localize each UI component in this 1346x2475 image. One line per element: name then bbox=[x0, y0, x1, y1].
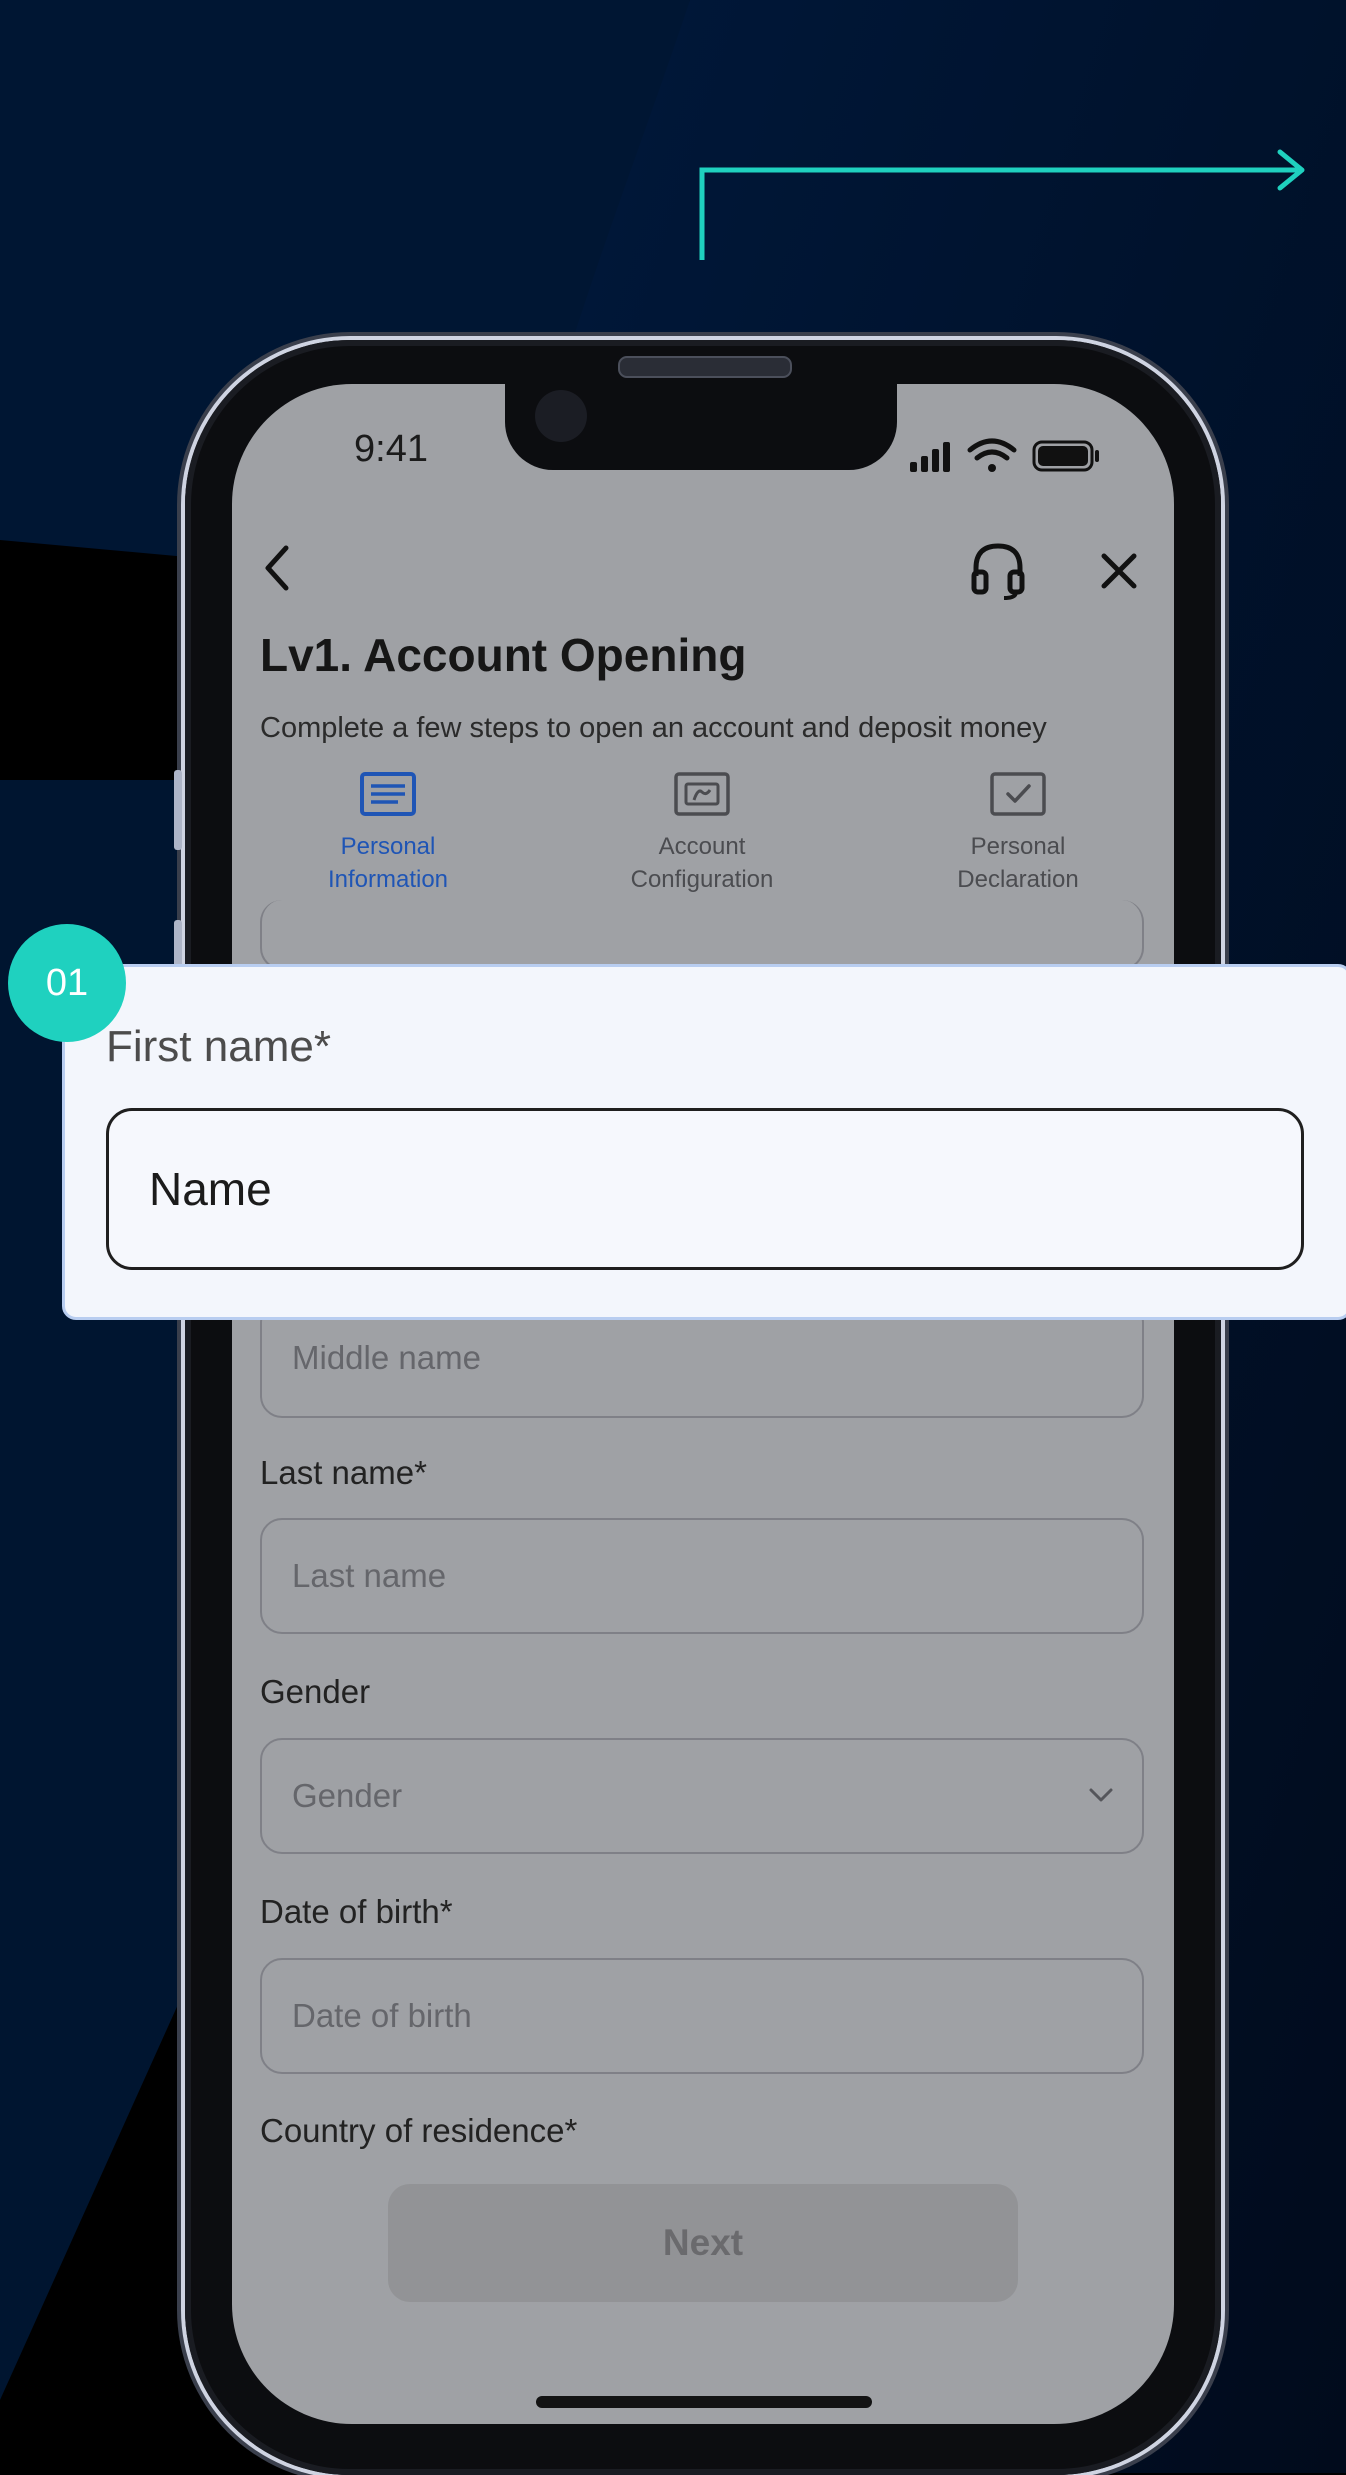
step-label-line1: Account bbox=[658, 833, 746, 860]
side-button bbox=[174, 770, 182, 850]
status-icons bbox=[910, 438, 1099, 472]
back-icon[interactable] bbox=[258, 540, 294, 596]
first-name-label: First name* bbox=[106, 1022, 331, 1071]
dob-label: Date of birth* bbox=[260, 1893, 453, 1930]
country-label: Country of residence* bbox=[260, 2112, 578, 2149]
battery-icon bbox=[1032, 440, 1099, 472]
next-button[interactable]: Next bbox=[388, 2184, 1018, 2302]
wifi-icon bbox=[967, 438, 1017, 472]
dob-field[interactable]: Date of birth bbox=[260, 1958, 1144, 2074]
signal-icon bbox=[910, 442, 950, 472]
step-label-line2: Declaration bbox=[957, 866, 1079, 893]
gender-select[interactable]: Gender bbox=[260, 1738, 1144, 1854]
front-camera bbox=[535, 390, 587, 442]
first-name-input[interactable]: Name bbox=[106, 1108, 1304, 1270]
chevron-down-icon bbox=[1089, 1788, 1113, 1802]
last-name-label: Last name* bbox=[260, 1454, 427, 1491]
id-card-icon bbox=[674, 772, 730, 816]
step-number-badge: 01 bbox=[8, 924, 126, 1042]
status-time: 9:41 bbox=[354, 428, 428, 470]
page-subtitle: Complete a few steps to open an account … bbox=[260, 712, 1047, 744]
home-indicator bbox=[536, 2396, 872, 2408]
gender-label: Gender bbox=[260, 1673, 371, 1710]
step-label-line1: Personal bbox=[340, 833, 436, 860]
close-icon[interactable] bbox=[1096, 548, 1142, 594]
first-name-field-partial[interactable] bbox=[260, 900, 1144, 970]
checkbox-icon bbox=[990, 772, 1046, 816]
step-label-line1: Personal bbox=[970, 833, 1066, 860]
step-label-line2: Information bbox=[327, 866, 449, 893]
form-list-icon bbox=[360, 772, 416, 816]
last-name-field[interactable]: Last name bbox=[260, 1518, 1144, 1634]
step-personal-declaration[interactable]: Personal Declaration bbox=[898, 770, 1138, 896]
step-personal-information[interactable]: Personal Information bbox=[268, 770, 508, 896]
speaker-grille bbox=[618, 356, 792, 378]
page-title: Lv1. Account Opening bbox=[260, 629, 747, 681]
gender-placeholder: Gender bbox=[292, 1777, 403, 1814]
step-label-line2: Configuration bbox=[630, 866, 774, 893]
step-account-configuration[interactable]: Account Configuration bbox=[582, 770, 822, 896]
headset-icon[interactable] bbox=[968, 540, 1028, 600]
connector-arrow bbox=[699, 149, 1305, 260]
